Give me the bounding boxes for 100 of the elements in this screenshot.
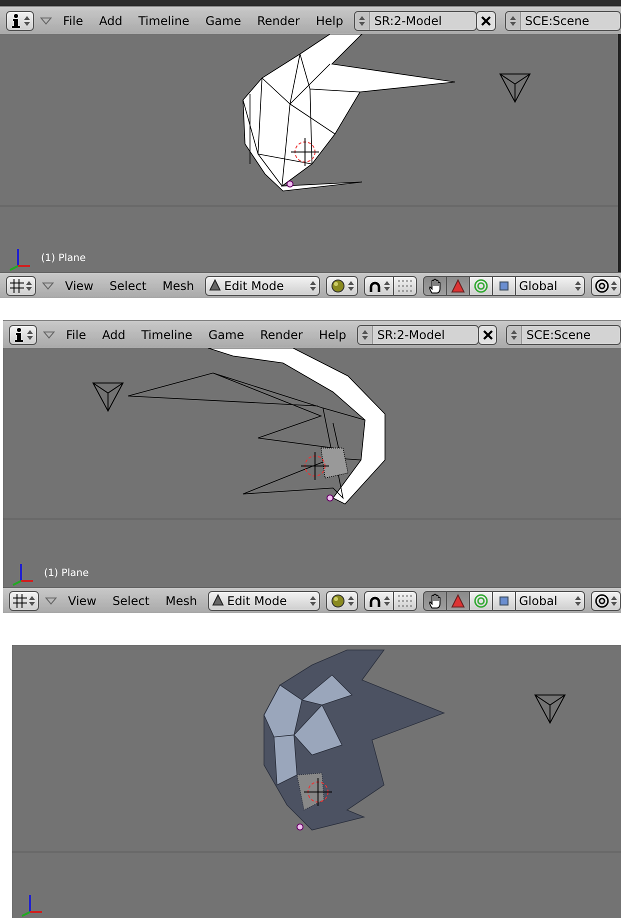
menu-item[interactable]: Select	[107, 594, 155, 608]
menu-item[interactable]: Mesh	[160, 594, 202, 608]
updown-icon	[511, 328, 518, 340]
triangle-icon	[450, 592, 466, 608]
triangle-icon	[43, 330, 55, 338]
3d-cursor-icon	[290, 138, 320, 166]
mode-dropdown[interactable]: Edit Mode	[205, 276, 320, 296]
orientation-dropdown[interactable]: Global	[515, 590, 585, 610]
proportional-button[interactable]	[364, 276, 394, 296]
screen-field[interactable]: SR:2-Model	[354, 10, 478, 30]
updown-icon	[575, 280, 581, 292]
shading-button[interactable]	[326, 276, 358, 296]
updown-icon	[24, 14, 30, 26]
manipulator-toggle[interactable]	[469, 276, 493, 296]
sphere-icon	[330, 278, 346, 294]
hand-icon	[427, 278, 443, 294]
updown-icon	[384, 280, 390, 292]
menu-item[interactable]: Add	[94, 14, 128, 28]
mesh-triangle-icon	[209, 278, 222, 290]
ring-icon	[473, 278, 489, 294]
info-icon	[13, 326, 25, 342]
delete-button[interactable]	[476, 10, 496, 30]
updown-icon	[348, 280, 354, 292]
vertex-dot	[296, 824, 304, 830]
manipulator-toggle[interactable]	[492, 276, 516, 296]
menu-item[interactable]: Timeline	[133, 14, 194, 28]
axis-gizmo-icon	[22, 895, 42, 917]
updown-icon	[611, 594, 617, 606]
triangle-icon	[45, 596, 57, 604]
menu-item[interactable]: Help	[310, 14, 348, 28]
view-type-button[interactable]	[9, 590, 39, 610]
mesh-triangle-icon	[212, 594, 224, 606]
editor-type-button[interactable]	[6, 10, 34, 30]
shading-button[interactable]	[326, 590, 358, 610]
menu-item[interactable]: Render	[255, 328, 308, 342]
vertex-dot	[286, 180, 294, 188]
updown-icon	[310, 594, 316, 606]
pivot-button[interactable]	[591, 590, 621, 610]
delete-button[interactable]	[478, 324, 498, 344]
grid-icon	[13, 594, 27, 608]
pivot-icon	[595, 278, 609, 292]
scene-field[interactable]: SCE:Scene	[506, 324, 621, 344]
snap-button[interactable]	[393, 276, 417, 296]
editor-type-button[interactable]	[9, 324, 37, 344]
ring-icon	[473, 592, 489, 608]
proportional-button[interactable]	[364, 590, 394, 610]
updown-icon	[348, 594, 354, 606]
menu-item[interactable]: Select	[104, 278, 152, 292]
manipulator-toggle[interactable]	[446, 590, 470, 610]
info-icon	[10, 12, 22, 28]
updown-icon	[26, 280, 32, 292]
manipulator-toggle[interactable]	[469, 590, 493, 610]
axis-gizmo-icon	[12, 564, 33, 586]
camera-icon	[534, 694, 566, 724]
manipulator-toggle[interactable]	[446, 276, 470, 296]
updown-icon	[310, 280, 316, 292]
triangle-icon	[40, 16, 52, 24]
menu-item[interactable]: Add	[97, 328, 130, 342]
manipulator-toggle[interactable]	[492, 590, 516, 610]
updown-icon	[27, 328, 33, 340]
snap-button[interactable]	[393, 590, 417, 610]
grid-icon	[10, 278, 24, 292]
3d-cursor-icon	[300, 452, 330, 480]
updown-icon	[575, 594, 581, 606]
pivot-button[interactable]	[591, 276, 621, 296]
camera-icon	[500, 74, 531, 102]
menu-item[interactable]: Game	[200, 14, 246, 28]
menu-item[interactable]: File	[58, 14, 88, 28]
updown-icon	[362, 328, 368, 340]
view-type-button[interactable]	[6, 276, 36, 296]
triangle-icon	[450, 278, 466, 294]
triangle-icon	[42, 282, 54, 290]
mode-dropdown[interactable]: Edit Mode	[208, 590, 320, 610]
updown-icon	[510, 14, 516, 26]
menu-item[interactable]: Mesh	[158, 278, 200, 292]
pivot-icon	[595, 594, 609, 608]
close-icon	[482, 330, 493, 340]
screen-field[interactable]: SR:2-Model	[357, 324, 479, 344]
3d-cursor-icon	[304, 778, 332, 806]
orientation-dropdown[interactable]: Global	[515, 276, 585, 296]
menu-item[interactable]: View	[60, 278, 98, 292]
manipulator-toggle[interactable]	[423, 276, 447, 296]
vertex-dot	[326, 494, 334, 502]
menu-item[interactable]: Game	[203, 328, 250, 342]
manipulator-toggle[interactable]	[423, 590, 447, 610]
updown-icon	[359, 14, 366, 26]
updown-icon	[384, 594, 390, 606]
menu-item[interactable]: Render	[252, 14, 305, 28]
close-icon	[481, 16, 492, 26]
camera-icon	[92, 382, 124, 412]
object-label: (1) Plane	[41, 253, 86, 264]
object-label: (1) Plane	[44, 568, 89, 579]
updown-icon	[611, 280, 617, 292]
menu-item[interactable]: Timeline	[136, 328, 198, 342]
menu-item[interactable]: File	[61, 328, 92, 342]
menu-item[interactable]: Help	[314, 328, 352, 342]
axis-gizmo-icon	[10, 249, 30, 271]
hand-icon	[427, 592, 443, 608]
scene-field[interactable]: SCE:Scene	[505, 10, 621, 30]
menu-item[interactable]: View	[63, 594, 102, 608]
